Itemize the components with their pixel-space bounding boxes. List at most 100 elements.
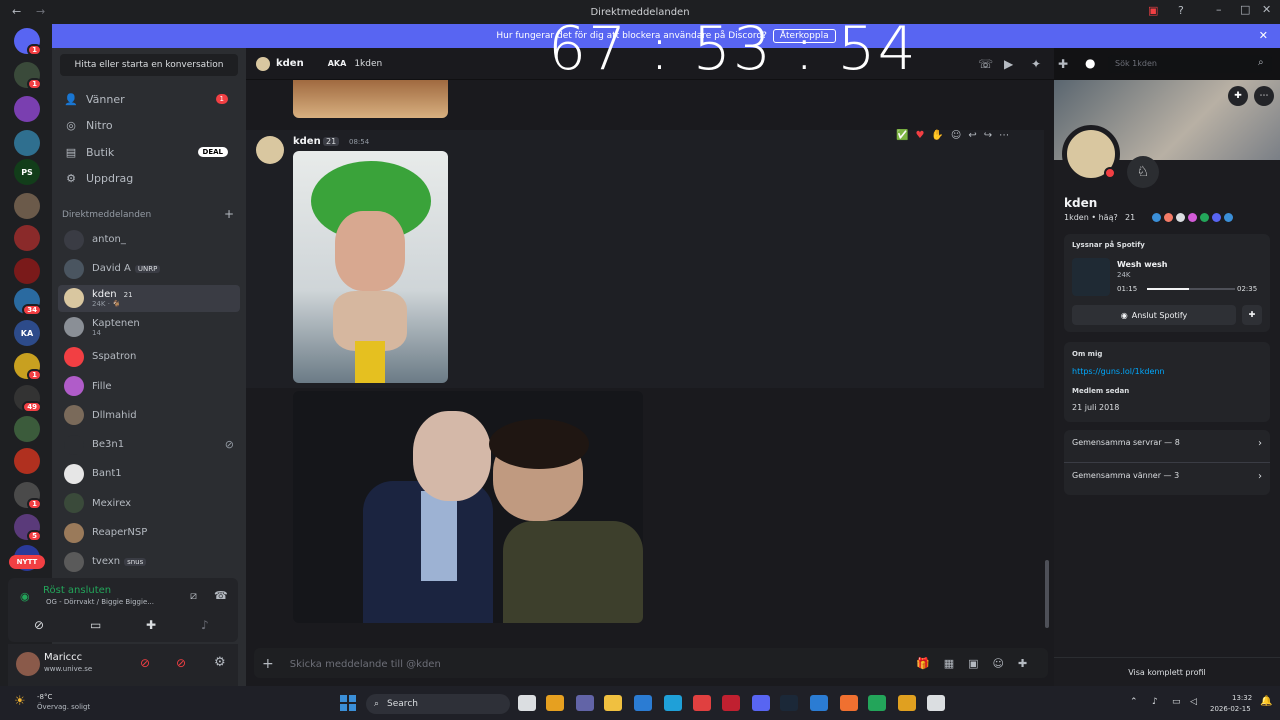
server-icon[interactable]: 1 xyxy=(14,28,42,56)
forward-icon[interactable]: ↪ xyxy=(984,130,992,141)
dm-item-sspatron[interactable]: Sspatron xyxy=(58,343,240,370)
discord-icon[interactable] xyxy=(752,695,770,711)
server-icon[interactable] xyxy=(14,225,40,251)
user-name[interactable]: Mariccc xyxy=(44,652,82,663)
mutual-friends-row[interactable]: Gemensamma vänner — 3 › xyxy=(1072,471,1262,489)
close-window-icon[interactable]: ✕ xyxy=(1262,3,1271,16)
weather-temp[interactable]: -8°C xyxy=(37,693,52,701)
nav-shop[interactable]: ▤ Butik DEAL xyxy=(58,140,236,164)
weather-icon[interactable]: ☀ xyxy=(14,694,26,709)
chat-search-input[interactable]: Sök 1kden xyxy=(1108,55,1272,73)
edge-icon[interactable] xyxy=(664,695,682,711)
mutual-servers-row[interactable]: Gemensamma servrar — 8 › xyxy=(1072,438,1262,456)
image-attachment-photo[interactable] xyxy=(293,391,643,623)
help-icon[interactable]: ? xyxy=(1178,4,1184,17)
emoji-icon[interactable]: ☺ xyxy=(993,657,1004,670)
server-icon[interactable] xyxy=(14,193,40,219)
gif-icon[interactable]: ▦ xyxy=(944,657,954,670)
album-art[interactable] xyxy=(1072,258,1110,296)
server-icon[interactable]: 1 xyxy=(14,62,42,90)
taskbar-time[interactable]: 13:32 xyxy=(1232,694,1252,702)
heart-reaction-icon[interactable]: ♥ xyxy=(915,130,924,141)
disconnect-icon[interactable]: ☎ xyxy=(214,589,228,602)
check-reaction-icon[interactable]: ✅ xyxy=(896,130,908,141)
close-banner-icon[interactable]: ✕ xyxy=(1259,29,1268,42)
server-icon[interactable]: 49 xyxy=(14,385,42,413)
activities-icon[interactable]: ✚ xyxy=(146,618,156,632)
noise-suppression-icon[interactable]: ⧄ xyxy=(190,589,197,603)
task-view-icon[interactable] xyxy=(518,695,536,711)
voice-channel[interactable]: OG - Dörrvakt / Biggie Biggie... xyxy=(46,598,154,606)
dm-item-kden[interactable]: kden 21 24K · 🐐 xyxy=(58,284,240,312)
notification-bell-icon[interactable]: 🔔 xyxy=(1260,696,1272,707)
about-link[interactable]: https://guns.lol/1kdenn xyxy=(1072,367,1165,376)
more-icon[interactable]: ⋯ xyxy=(999,130,1009,141)
app-icon[interactable] xyxy=(810,695,828,711)
connect-spotify-button[interactable]: ◉ Anslut Spotify xyxy=(1072,305,1236,325)
deafen-icon[interactable]: ⊘ xyxy=(176,656,186,670)
steam-icon[interactable] xyxy=(780,695,798,711)
dm-item-kaptenen[interactable]: Kaptenen 14 xyxy=(58,314,240,341)
message-author[interactable]: kden xyxy=(293,136,321,147)
profile-more-icon[interactable]: ⋯ xyxy=(1254,86,1274,106)
server-icon[interactable] xyxy=(14,448,40,474)
attach-plus-icon[interactable]: + xyxy=(262,656,274,672)
dm-item-fille[interactable]: Fille xyxy=(58,373,240,400)
voice-call-icon[interactable]: ☏ xyxy=(978,57,993,71)
user-profile-icon[interactable]: ● xyxy=(1085,56,1095,70)
taskbar-search[interactable]: ⌕ Search xyxy=(366,694,510,714)
server-icon[interactable] xyxy=(14,96,40,122)
tray-network-icon[interactable]: ▭ xyxy=(1172,697,1181,707)
server-icon[interactable] xyxy=(14,416,40,442)
add-friend-icon[interactable]: ✚ xyxy=(1228,86,1248,106)
message-input[interactable]: Skicka meddelande till @kden xyxy=(290,659,441,670)
gift-icon[interactable]: 🎁 xyxy=(916,657,930,670)
chat-scrollbar[interactable] xyxy=(1045,560,1049,628)
minimize-icon[interactable]: – xyxy=(1216,3,1222,16)
windows-start-icon[interactable] xyxy=(340,695,356,711)
tray-chevron-icon[interactable]: ⌃ xyxy=(1130,697,1138,707)
dm-item-be3n1[interactable]: Be3n1 ⊘ xyxy=(58,431,240,458)
dm-item-david-a[interactable]: David A UNRP xyxy=(58,255,240,282)
invite-listen-icon[interactable]: ✚ xyxy=(1242,305,1262,325)
chrome-icon[interactable] xyxy=(898,695,916,711)
server-icon[interactable] xyxy=(14,130,40,156)
pin-icon[interactable]: ✦ xyxy=(1031,57,1041,71)
app-icon[interactable] xyxy=(840,695,858,711)
video-call-icon[interactable]: ▶ xyxy=(1004,57,1013,71)
track-title[interactable]: Wesh wesh xyxy=(1117,260,1167,269)
hand-reaction-icon[interactable]: ✋ xyxy=(931,130,943,141)
dm-item-anton-[interactable]: anton_ xyxy=(58,226,240,253)
tray-volume-icon[interactable]: ◁ xyxy=(1190,697,1197,707)
screen-share-icon[interactable]: ▭ xyxy=(90,618,101,632)
app-icon[interactable] xyxy=(722,695,740,711)
image-attachment-figure[interactable] xyxy=(293,151,448,383)
server-icon[interactable]: KA xyxy=(14,320,40,346)
app-icon[interactable] xyxy=(693,695,711,711)
server-icon[interactable] xyxy=(14,258,40,284)
mic-muted-icon[interactable]: ⊘ xyxy=(140,656,150,670)
create-dm-icon[interactable]: + xyxy=(224,207,234,221)
app-icon[interactable] xyxy=(868,695,886,711)
server-icon[interactable]: 1 xyxy=(14,353,42,381)
camera-off-icon[interactable]: ⊘ xyxy=(34,618,44,632)
apps-icon[interactable]: ✚ xyxy=(1018,657,1027,670)
server-icon[interactable]: PS xyxy=(14,159,40,185)
view-full-profile-button[interactable]: Visa komplett profil xyxy=(1054,657,1280,686)
teams-icon[interactable] xyxy=(576,695,594,711)
nav-nitro[interactable]: ◎ Nitro xyxy=(58,113,236,137)
app-icon[interactable] xyxy=(546,695,564,711)
chat-user-name[interactable]: kden xyxy=(276,58,304,69)
reply-icon[interactable]: ↩ xyxy=(968,130,976,141)
server-icon[interactable]: 34 xyxy=(14,288,42,316)
dm-item-reapernsp[interactable]: ReaperNSP xyxy=(58,519,240,546)
sticker-icon[interactable]: ▣ xyxy=(968,657,978,670)
message-avatar[interactable] xyxy=(256,136,284,164)
file-explorer-icon[interactable] xyxy=(604,695,622,711)
dm-item-tvexn[interactable]: tvexn snus xyxy=(58,548,240,575)
voice-status[interactable]: Röst ansluten xyxy=(43,585,111,596)
add-reaction-icon[interactable]: ☺ xyxy=(951,130,961,141)
soundboard-icon[interactable]: ♪ xyxy=(201,618,209,632)
previous-image-attachment[interactable] xyxy=(293,80,448,118)
settings-gear-icon[interactable]: ⚙ xyxy=(214,655,226,670)
